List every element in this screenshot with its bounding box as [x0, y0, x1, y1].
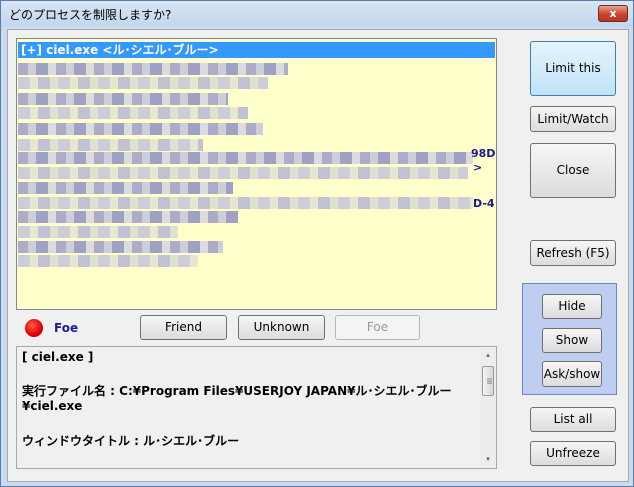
process-list-item[interactable]	[18, 255, 198, 267]
foe-button[interactable]: Foe	[335, 315, 420, 340]
refresh-button[interactable]: Refresh (F5)	[530, 240, 616, 266]
process-list-item[interactable]	[18, 167, 468, 179]
process-list-item[interactable]	[18, 77, 268, 89]
process-list-item[interactable]	[18, 123, 263, 135]
dialog-window: どのプロセスを制限しますか? x [+] ciel.exe <ル･シエル･ブルー…	[0, 0, 634, 487]
process-list-item[interactable]	[18, 107, 248, 119]
process-list-item[interactable]	[18, 226, 178, 238]
process-list-item[interactable]	[18, 63, 288, 75]
process-list-item[interactable]	[18, 197, 473, 209]
dialog-client-area: [+] ciel.exe <ル･シエル･ブルー> 98D > D-4 ◂ III…	[7, 29, 629, 482]
hide-button[interactable]: Hide	[542, 294, 602, 319]
process-list-item-selected[interactable]: [+] ciel.exe <ル･シエル･ブルー>	[18, 42, 495, 58]
ask-show-button[interactable]: Ask/show	[542, 361, 602, 387]
title-bar[interactable]: どのプロセスを制限しますか? x	[1, 1, 633, 27]
scroll-thumb[interactable]: III	[482, 366, 494, 396]
process-list-item[interactable]	[18, 152, 473, 164]
show-button[interactable]: Show	[542, 328, 602, 353]
unfreeze-button[interactable]: Unfreeze	[530, 441, 616, 466]
process-list-item[interactable]	[18, 93, 228, 105]
friend-button[interactable]: Friend	[140, 315, 227, 340]
list-text-fragment: >	[473, 161, 483, 174]
visibility-group-box: Hide Show Ask/show	[522, 283, 617, 395]
process-list-item[interactable]	[18, 211, 238, 223]
close-window-button[interactable]: x	[598, 5, 628, 22]
process-list-item[interactable]	[18, 139, 203, 151]
list-all-button[interactable]: List all	[530, 407, 616, 432]
foe-status-indicator-icon	[25, 319, 43, 337]
process-list-item[interactable]	[18, 182, 233, 194]
scroll-down-arrow-icon[interactable]: ▾	[480, 452, 496, 466]
list-text-fragment: D-4	[473, 197, 495, 210]
window-title: どのプロセスを制限しますか?	[9, 8, 172, 22]
scroll-up-arrow-icon[interactable]: ▴	[480, 348, 496, 362]
limit-this-button[interactable]: Limit this	[530, 41, 616, 96]
process-list-item[interactable]	[18, 241, 223, 253]
detail-executable-path: 実行ファイル名 : C:¥Program Files¥USERJOY JAPAN…	[22, 384, 452, 398]
process-list[interactable]: [+] ciel.exe <ル･シエル･ブルー> 98D > D-4 ◂ III…	[16, 38, 497, 310]
unknown-button[interactable]: Unknown	[238, 315, 325, 340]
detail-window-title: ウィンドウタイトル : ル･シエル･ブルー	[22, 434, 240, 448]
limit-watch-button[interactable]: Limit/Watch	[530, 106, 616, 132]
list-text-fragment: 98D	[471, 147, 496, 160]
classification-label: Foe	[54, 321, 79, 335]
detail-vertical-scrollbar[interactable]: ▴ III ▾	[480, 348, 496, 467]
detail-process-name: [ ciel.exe ]	[22, 350, 94, 364]
process-detail-pane[interactable]: [ ciel.exe ] 実行ファイル名 : C:¥Program Files¥…	[16, 346, 497, 469]
detail-executable-path-continued: ¥ciel.exe	[22, 399, 83, 413]
close-button[interactable]: Close	[530, 143, 616, 198]
